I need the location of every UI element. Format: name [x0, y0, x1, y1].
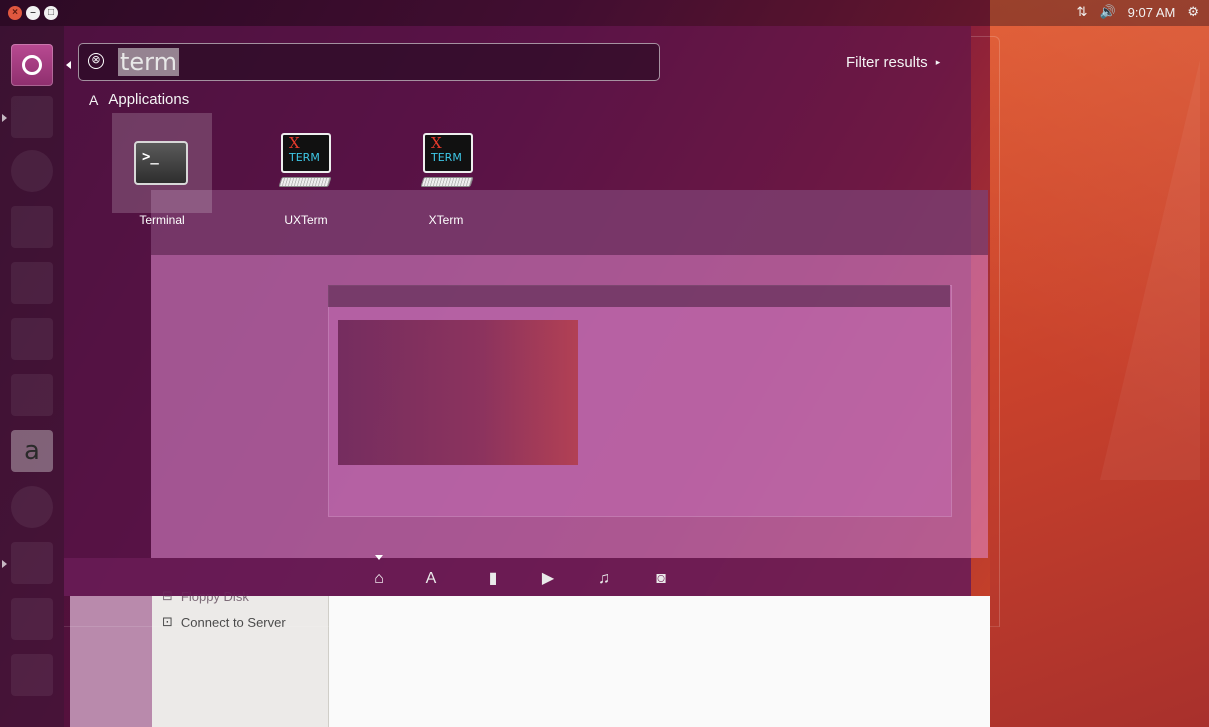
photos-lens-icon[interactable]: ◙ [649, 569, 673, 589]
applications-lens-icon[interactable]: A [419, 569, 443, 589]
app-label-terminal: Terminal [139, 213, 185, 227]
app-label-xterm: XTerm [428, 213, 464, 227]
top-panel: × – □ ⇅ 🔊 9:07 AM ⚙ [0, 0, 1209, 26]
launcher-system-settings[interactable] [11, 486, 53, 528]
active-arrow-icon [66, 61, 71, 69]
ubuntu-logo-icon [22, 55, 42, 75]
launcher-firefox[interactable] [11, 150, 53, 192]
dash-frame-bottom [64, 596, 999, 627]
power-gear-icon[interactable]: ⚙ [1187, 4, 1199, 20]
clear-search-icon[interactable]: ⊗ [88, 53, 104, 69]
filter-results-label: Filter results [846, 54, 928, 71]
ubuntu-dash-button[interactable] [11, 44, 53, 86]
window-controls: × – □ [8, 6, 58, 20]
terminal-icon: >_ [134, 141, 188, 185]
launcher-terminal[interactable] [11, 598, 53, 640]
dash-frame-edge [971, 36, 1000, 627]
video-lens-icon[interactable]: ▶ [536, 569, 560, 589]
launcher-impress[interactable] [11, 318, 53, 360]
launcher-files[interactable] [11, 96, 53, 138]
keyboard-icon [420, 177, 474, 187]
filter-results-button[interactable]: Filter results ▸ [846, 54, 940, 71]
app-label-uxterm: UXTerm [284, 213, 328, 227]
launcher-amazon[interactable]: a [11, 430, 53, 472]
running-pip [2, 114, 7, 122]
volume-icon[interactable]: 🔊 [1099, 4, 1115, 20]
close-button[interactable]: × [8, 6, 22, 20]
minimize-button[interactable]: – [26, 6, 40, 20]
running-pip [2, 560, 7, 568]
blurred-preview [338, 320, 578, 465]
launcher-screenshot[interactable] [11, 542, 53, 584]
category-header-applications[interactable]: A Applications [89, 91, 189, 108]
launcher: a [0, 26, 64, 727]
network-arrows-icon[interactable]: ⇅ [1077, 4, 1088, 20]
category-label: Applications [108, 91, 190, 108]
applications-icon: A [89, 91, 99, 108]
active-lens-indicator [375, 555, 383, 560]
dash-search-field[interactable]: ⊗ term [78, 43, 660, 81]
launcher-floppy[interactable] [11, 654, 53, 696]
indicator-area: ⇅ 🔊 9:07 AM ⚙ [1077, 4, 1199, 20]
launcher-software-center[interactable] [11, 374, 53, 416]
home-icon[interactable]: ⌂ [367, 569, 391, 589]
wallpaper-shard [1100, 60, 1200, 480]
keyboard-icon [278, 177, 332, 187]
maximize-button[interactable]: □ [44, 6, 58, 20]
files-lens-icon[interactable]: ▮ [481, 569, 505, 589]
launcher-writer[interactable] [11, 206, 53, 248]
blurred-dialog-bar [328, 285, 950, 307]
lens-bar [64, 558, 971, 596]
search-input[interactable]: term [118, 48, 179, 76]
launcher-calc[interactable] [11, 262, 53, 304]
music-lens-icon[interactable]: ♫ [592, 569, 616, 589]
xterm-icon: X TERM [423, 133, 473, 173]
chevron-right-icon: ▸ [935, 57, 941, 67]
uxterm-icon: X TERM [281, 133, 331, 173]
clock[interactable]: 9:07 AM [1128, 5, 1176, 20]
